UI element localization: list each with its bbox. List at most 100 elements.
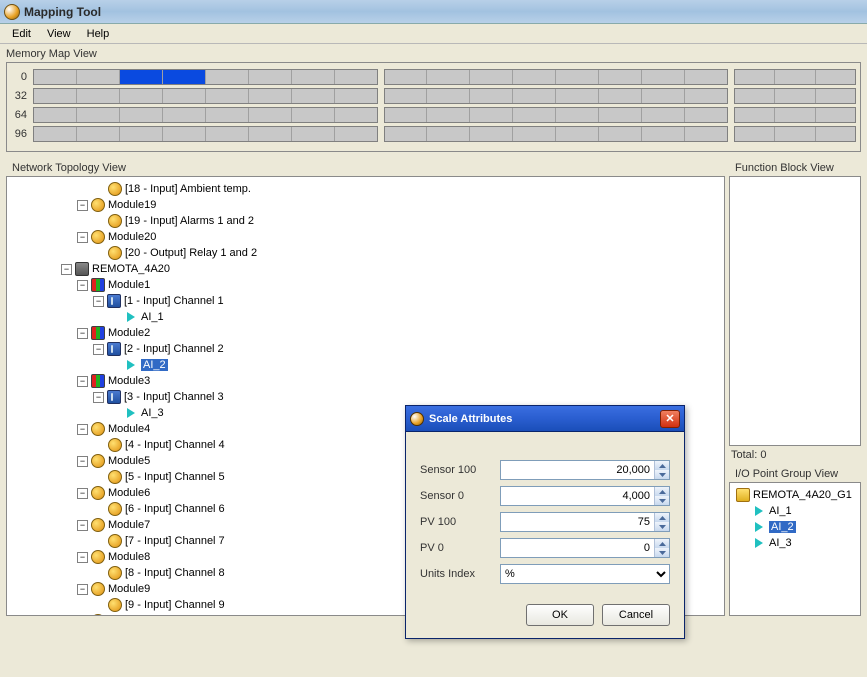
tree-node[interactable]: [20 - Output] Relay 1 and 2 <box>9 245 722 261</box>
tree-node-label[interactable]: [1 - Input] Channel 1 <box>124 295 224 307</box>
memmap-cell[interactable] <box>685 127 727 141</box>
chevron-up-icon[interactable] <box>655 487 669 496</box>
memmap-cell[interactable] <box>642 127 685 141</box>
tree-node[interactable]: − REMOTA_4A20 <box>9 261 722 277</box>
tree-node-label[interactable]: [9 - Input] Channel 9 <box>125 599 225 611</box>
io-point-item[interactable]: AI_1 <box>732 503 858 519</box>
chevron-down-icon[interactable] <box>655 470 669 479</box>
memmap-cell[interactable] <box>385 89 428 103</box>
memmap-cell[interactable] <box>292 108 335 122</box>
memmap-cell[interactable] <box>470 108 513 122</box>
memmap-cell[interactable] <box>556 127 599 141</box>
tree-node[interactable]: −Module3 <box>9 373 722 389</box>
tree-node-label[interactable]: [19 - Input] Alarms 1 and 2 <box>125 215 254 227</box>
memmap-cell[interactable] <box>163 127 206 141</box>
memmap-cell[interactable] <box>335 108 377 122</box>
chevron-down-icon[interactable] <box>655 522 669 531</box>
memmap-cell[interactable] <box>427 108 470 122</box>
memmap-cell[interactable] <box>34 127 77 141</box>
menu-edit[interactable]: Edit <box>4 26 39 42</box>
memmap-cell[interactable] <box>163 108 206 122</box>
memmap-cell[interactable] <box>163 70 206 84</box>
memmap-group[interactable] <box>734 88 856 104</box>
tree-node-label[interactable]: [7 - Input] Channel 7 <box>125 535 225 547</box>
dialog-titlebar[interactable]: Scale Attributes ✕ <box>406 406 684 432</box>
memmap-group[interactable] <box>734 69 856 85</box>
memmap-cell[interactable] <box>735 108 775 122</box>
cancel-button[interactable]: Cancel <box>602 604 670 626</box>
memmap-cell[interactable] <box>685 70 727 84</box>
tree-node-label[interactable]: Module19 <box>108 199 156 211</box>
pv100-input[interactable] <box>501 513 654 531</box>
memmap-cell[interactable] <box>735 89 775 103</box>
io-group-panel[interactable]: REMOTA_4A20_G1AI_1AI_2AI_3 <box>729 482 861 616</box>
memmap-cell[interactable] <box>427 89 470 103</box>
pv100-spinner[interactable] <box>500 512 670 532</box>
tree-node-label[interactable]: AI_2 <box>141 359 168 371</box>
memmap-cell[interactable] <box>816 127 855 141</box>
memmap-cell[interactable] <box>642 108 685 122</box>
memmap-cell[interactable] <box>34 89 77 103</box>
memmap-group[interactable] <box>33 126 378 142</box>
function-block-panel[interactable] <box>729 176 861 446</box>
io-point-item[interactable]: AI_3 <box>732 535 858 551</box>
tree-node-label[interactable]: REMOTA_4A20 <box>92 263 170 275</box>
collapse-icon[interactable]: − <box>77 488 88 499</box>
memmap-cell[interactable] <box>427 70 470 84</box>
collapse-icon[interactable]: − <box>77 552 88 563</box>
memmap-cell[interactable] <box>513 89 556 103</box>
memmap-cell[interactable] <box>775 108 815 122</box>
memmap-cell[interactable] <box>249 108 292 122</box>
memmap-cell[interactable] <box>816 108 855 122</box>
sensor0-input[interactable] <box>501 487 654 505</box>
tree-node[interactable]: AI_1 <box>9 309 722 325</box>
memmap-cell[interactable] <box>599 108 642 122</box>
collapse-icon[interactable]: − <box>77 232 88 243</box>
memmap-cell[interactable] <box>206 108 249 122</box>
memmap-cell[interactable] <box>427 127 470 141</box>
tree-node-label[interactable]: [20 - Output] Relay 1 and 2 <box>125 247 257 259</box>
tree-node-label[interactable]: Module2 <box>108 327 150 339</box>
memmap-cell[interactable] <box>34 70 77 84</box>
tree-node[interactable]: −Module19 <box>9 197 722 213</box>
pv0-spinner[interactable] <box>500 538 670 558</box>
memmap-cell[interactable] <box>470 70 513 84</box>
io-point-item[interactable]: AI_2 <box>732 519 858 535</box>
tree-node-label[interactable]: AI_1 <box>141 311 164 323</box>
tree-node[interactable]: [19 - Input] Alarms 1 and 2 <box>9 213 722 229</box>
memmap-cell[interactable] <box>642 70 685 84</box>
chevron-up-icon[interactable] <box>655 513 669 522</box>
tree-node[interactable]: −Module2 <box>9 325 722 341</box>
tree-node-label[interactable]: Module20 <box>108 231 156 243</box>
memmap-cell[interactable] <box>206 127 249 141</box>
tree-node-label[interactable]: AI_3 <box>141 407 164 419</box>
pv0-input[interactable] <box>501 539 654 557</box>
collapse-icon[interactable]: − <box>61 264 72 275</box>
tree-node-label[interactable]: [8 - Input] Channel 8 <box>125 567 225 579</box>
memmap-cell[interactable] <box>556 89 599 103</box>
collapse-icon[interactable]: − <box>77 456 88 467</box>
sensor100-input[interactable] <box>501 461 654 479</box>
tree-node[interactable]: AI_2 <box>9 357 722 373</box>
chevron-down-icon[interactable] <box>655 548 669 557</box>
memmap-group[interactable] <box>734 107 856 123</box>
memmap-cell[interactable] <box>599 127 642 141</box>
tree-node[interactable]: −[2 - Input] Channel 2 <box>9 341 722 357</box>
units-select[interactable]: % <box>500 564 670 584</box>
memmap-cell[interactable] <box>599 89 642 103</box>
collapse-icon[interactable]: − <box>77 584 88 595</box>
memmap-cell[interactable] <box>513 108 556 122</box>
memmap-cell[interactable] <box>735 70 775 84</box>
memmap-cell[interactable] <box>513 127 556 141</box>
memmap-cell[interactable] <box>385 127 428 141</box>
memmap-cell[interactable] <box>120 70 163 84</box>
memmap-cell[interactable] <box>642 89 685 103</box>
collapse-icon[interactable]: − <box>77 424 88 435</box>
memmap-cell[interactable] <box>292 127 335 141</box>
memmap-cell[interactable] <box>292 70 335 84</box>
memmap-cell[interactable] <box>513 70 556 84</box>
tree-node-label[interactable]: [18 - Input] Ambient temp. <box>125 183 251 195</box>
menu-help[interactable]: Help <box>79 26 118 42</box>
memmap-cell[interactable] <box>77 108 120 122</box>
memmap-cell[interactable] <box>556 108 599 122</box>
